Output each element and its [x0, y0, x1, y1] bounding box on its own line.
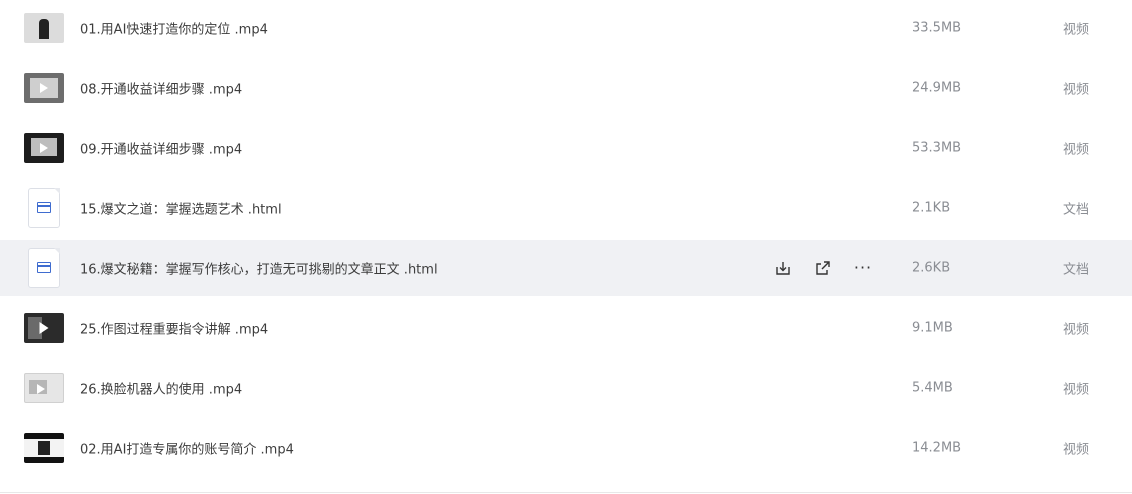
file-type: 视频: [1063, 82, 1090, 98]
file-name[interactable]: 26.换脸机器人的使用 .mp4: [80, 379, 242, 398]
file-name[interactable]: 15.爆文之道：掌握选题艺术 .html: [80, 199, 282, 218]
file-row[interactable]: 08.开通收益详细步骤 .mp4 24.9MB 视频: [0, 60, 1132, 116]
html-doc-icon: [28, 188, 60, 228]
file-size: 5.4MB: [912, 380, 953, 396]
file-size: 33.5MB: [912, 20, 962, 36]
file-name[interactable]: 08.开通收益详细步骤 .mp4: [80, 79, 242, 98]
file-row[interactable]: 02.用AI打造专属你的账号简介 .mp4 14.2MB 视频: [0, 420, 1132, 476]
file-name[interactable]: 09.开通收益详细步骤 .mp4: [80, 139, 242, 158]
video-thumbnail: [24, 133, 64, 163]
file-type: 视频: [1063, 382, 1090, 398]
file-name[interactable]: 25.作图过程重要指令讲解 .mp4: [80, 319, 268, 338]
video-thumbnail: [24, 373, 64, 403]
html-doc-icon: [28, 248, 60, 288]
file-size: 53.3MB: [912, 140, 962, 156]
download-icon[interactable]: [772, 257, 794, 279]
video-thumbnail: [24, 13, 64, 43]
file-row-hovered[interactable]: 16.爆文秘籍：掌握写作核心，打造无可挑剔的文章正文 .html ··· 2.6…: [0, 240, 1132, 296]
more-label: ···: [853, 258, 873, 277]
row-actions: ···: [772, 257, 892, 279]
video-thumbnail: [24, 73, 64, 103]
file-type: 文档: [1063, 202, 1090, 218]
file-type: 文档: [1063, 262, 1090, 278]
file-size: 24.9MB: [912, 80, 962, 96]
file-size: 2.6KB: [912, 260, 951, 276]
video-thumbnail: [24, 313, 64, 343]
file-type: 视频: [1063, 142, 1090, 158]
file-list: 01.用AI快速打造你的定位 .mp4 33.5MB 视频 08.开通收益详细步…: [0, 0, 1132, 480]
more-icon[interactable]: ···: [852, 257, 874, 279]
file-row[interactable]: 09.开通收益详细步骤 .mp4 53.3MB 视频: [0, 120, 1132, 176]
file-row[interactable]: 25.作图过程重要指令讲解 .mp4 9.1MB 视频: [0, 300, 1132, 356]
file-name[interactable]: 01.用AI快速打造你的定位 .mp4: [80, 19, 268, 38]
list-bottom-divider: [0, 492, 1132, 493]
file-name[interactable]: 02.用AI打造专属你的账号简介 .mp4: [80, 439, 294, 458]
file-name[interactable]: 16.爆文秘籍：掌握写作核心，打造无可挑剔的文章正文 .html: [80, 259, 438, 278]
share-icon[interactable]: [812, 257, 834, 279]
file-row[interactable]: 15.爆文之道：掌握选题艺术 .html 2.1KB 文档: [0, 180, 1132, 236]
file-size: 9.1MB: [912, 320, 953, 336]
file-size: 14.2MB: [912, 440, 962, 456]
file-row[interactable]: 26.换脸机器人的使用 .mp4 5.4MB 视频: [0, 360, 1132, 416]
file-type: 视频: [1063, 322, 1090, 338]
file-row[interactable]: 01.用AI快速打造你的定位 .mp4 33.5MB 视频: [0, 0, 1132, 56]
file-size: 2.1KB: [912, 200, 951, 216]
file-type: 视频: [1063, 442, 1090, 458]
file-type: 视频: [1063, 22, 1090, 38]
video-thumbnail: [24, 433, 64, 463]
